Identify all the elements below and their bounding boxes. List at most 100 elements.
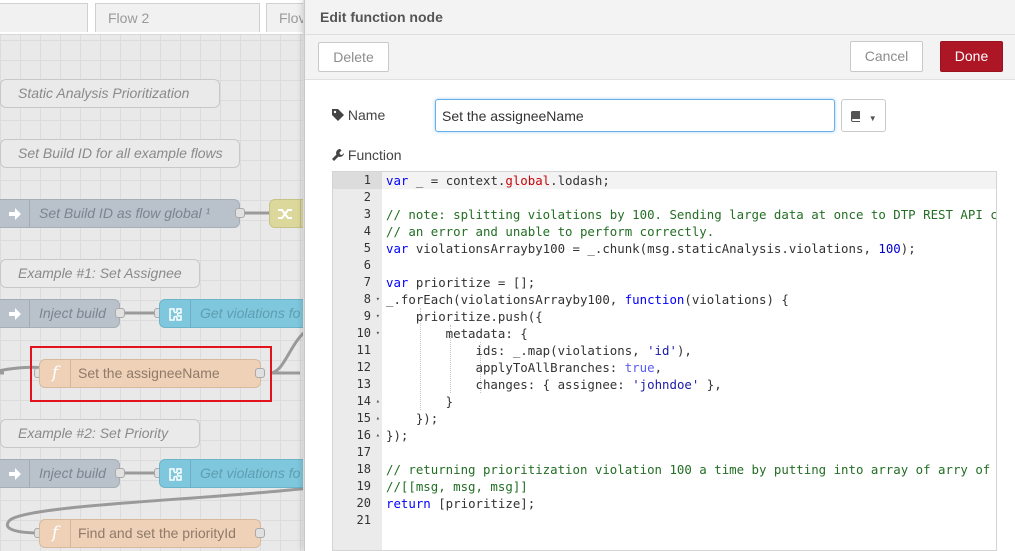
line-number: 10 ▾ [356, 325, 380, 342]
puzzle-icon [160, 300, 191, 327]
line-number: 9 ▾ [363, 308, 380, 325]
node-label: Get violations fo [200, 465, 301, 481]
node-label: Find and set the priorityId [78, 525, 236, 541]
editor-code[interactable]: var _ = context.global.lodash; // note: s… [382, 172, 996, 550]
code-line[interactable]: var _ = context.global.lodash; [382, 172, 996, 189]
arrow-right-icon [0, 200, 30, 227]
tag-icon [332, 108, 344, 124]
function-label-group: Function [332, 147, 402, 164]
line-number: 14 ▴ [356, 393, 380, 410]
code-editor[interactable]: 1 2 3 4 5 6 7 8 ▾ 9 ▾ 10 ▾ 11 12 13 14 ▴ 15 ▴ 16 ▴ 17 18 19 20 21 … [332, 171, 997, 551]
shuffle-icon [270, 200, 301, 227]
function-f-icon: f [40, 520, 71, 547]
line-number: 21 [356, 513, 371, 527]
tray-title: Edit function node [305, 0, 1015, 35]
flow-tab-bar: Flow 2 Flov [0, 0, 310, 35]
comment-static-analysis[interactable]: Static Analysis Prioritization [0, 79, 220, 108]
name-label: Name [347, 107, 386, 123]
line-number: 7 [363, 275, 371, 289]
node-label: Inject build [39, 465, 106, 481]
line-number: 5 [363, 241, 371, 255]
edit-tray: Edit function node Delete Cancel Done Na… [304, 0, 1015, 551]
arrow-right-icon [0, 460, 30, 487]
code-line[interactable]: var violationsArrayby100 = _.chunk(msg.s… [382, 240, 996, 257]
code-line[interactable]: } [382, 393, 996, 410]
wrench-icon [332, 148, 344, 164]
line-number: 13 [356, 377, 371, 391]
line-number: 20 [356, 496, 371, 510]
code-line[interactable]: }); [382, 410, 996, 427]
node-get-violations-2[interactable]: Get violations fo [159, 459, 310, 488]
line-number: 8 ▾ [363, 291, 380, 308]
function-label: Function [347, 147, 402, 163]
line-number: 11 [356, 343, 371, 357]
line-number: 15 ▴ [356, 410, 380, 427]
line-number: 18 [356, 462, 371, 476]
code-line[interactable]: // an error and unable to perform correc… [382, 223, 996, 240]
done-button[interactable]: Done [940, 41, 1003, 72]
code-line[interactable]: prioritize.push({ [382, 308, 996, 325]
fold-toggle-icon[interactable]: ▾ [376, 291, 380, 308]
node-inject-build-1[interactable]: Inject build [0, 299, 120, 328]
node-label: Inject build [39, 305, 106, 321]
code-line[interactable]: metadata: { [382, 325, 996, 342]
code-line[interactable]: return [prioritize]; [382, 495, 996, 512]
output-port[interactable] [255, 528, 265, 538]
fold-toggle-icon[interactable]: ▾ [376, 325, 380, 342]
code-line[interactable]: // note: splitting violations by 100. Se… [382, 206, 996, 223]
output-port[interactable] [115, 468, 125, 478]
code-line[interactable]: }); [382, 427, 996, 444]
flow-tab-1[interactable] [0, 3, 88, 32]
node-label: Get violations fo [200, 305, 301, 321]
code-line[interactable] [382, 512, 996, 529]
output-port[interactable] [235, 208, 245, 218]
output-port[interactable] [115, 308, 125, 318]
flow-tab-2[interactable]: Flow 2 [95, 3, 260, 32]
code-line[interactable]: applyToAllBranches: true, [382, 359, 996, 376]
code-line[interactable] [382, 189, 996, 206]
chevron-down-icon: ▼ [868, 114, 877, 123]
code-line[interactable]: changes: { assignee: 'johndoe' }, [382, 376, 996, 393]
node-get-violations-1[interactable]: Get violations fo [159, 299, 310, 328]
delete-button[interactable]: Delete [318, 42, 389, 72]
line-number: 19 [356, 479, 371, 493]
line-number: 6 [363, 258, 371, 272]
comment-example-1[interactable]: Example #1: Set Assignee [0, 259, 200, 288]
node-set-build-global[interactable]: Set Build ID as flow global ¹ [0, 199, 240, 228]
node-inject-build-2[interactable]: Inject build [0, 459, 120, 488]
line-number: 17 [356, 445, 371, 459]
node-find-priority[interactable]: f Find and set the priorityId [39, 519, 261, 548]
line-number: 2 [363, 190, 371, 204]
comment-set-build-id[interactable]: Set Build ID for all example flows [0, 139, 240, 168]
name-input[interactable] [435, 99, 835, 132]
selection-highlight [30, 346, 272, 402]
code-line[interactable]: _.forEach(violationsArrayby100, function… [382, 291, 996, 308]
name-label-group: Name [332, 107, 385, 124]
code-line[interactable]: ids: _.map(violations, 'id'), [382, 342, 996, 359]
node-label: Set Build ID as flow global ¹ [39, 205, 211, 221]
comment-example-2[interactable]: Example #2: Set Priority [0, 419, 200, 448]
fold-toggle-icon[interactable]: ▴ [376, 410, 380, 427]
book-icon [850, 109, 862, 127]
line-number: 4 [363, 224, 371, 238]
arrow-right-icon [0, 300, 30, 327]
line-number: 3 [363, 207, 371, 221]
code-line[interactable] [382, 444, 996, 461]
fold-toggle-icon[interactable]: ▴ [376, 427, 380, 444]
editor-gutter: 1 2 3 4 5 6 7 8 ▾ 9 ▾ 10 ▾ 11 12 13 14 ▴ 15 ▴ 16 ▴ 17 18 19 20 21 [333, 172, 382, 550]
library-button[interactable]: ▼ [841, 99, 886, 132]
node-form: Name ▼ Function 12345678▾9▾10▾11121314▴1… [305, 79, 1015, 551]
tray-toolbar: Delete Cancel Done [305, 35, 1015, 80]
code-line[interactable] [382, 257, 996, 274]
fold-toggle-icon[interactable]: ▴ [376, 393, 380, 410]
code-line[interactable]: // returning prioritization violation 10… [382, 461, 996, 478]
line-number: 1 [333, 172, 382, 189]
code-line[interactable]: var prioritize = []; [382, 274, 996, 291]
fold-toggle-icon[interactable]: ▾ [376, 308, 380, 325]
cancel-button[interactable]: Cancel [850, 41, 923, 72]
puzzle-icon [160, 460, 191, 487]
code-line[interactable]: //[[msg, msg, msg]] [382, 478, 996, 495]
line-number: 12 [356, 360, 371, 374]
flow-canvas[interactable]: Flow 2 Flov Static Analysis Prioritizati… [0, 0, 310, 551]
line-number: 16 ▴ [356, 427, 380, 444]
